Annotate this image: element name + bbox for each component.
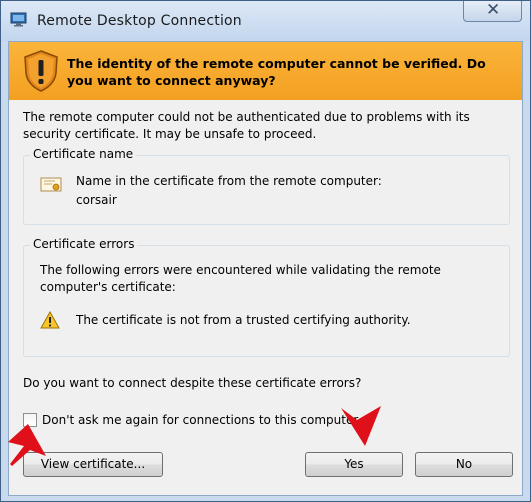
warning-icon — [40, 311, 60, 329]
certificate-errors-label: Certificate errors — [30, 237, 138, 251]
certificate-name-text: Name in the certificate from the remote … — [76, 172, 382, 210]
dont-ask-again-label[interactable]: Don't ask me again for connections to th… — [42, 413, 358, 427]
certificate-errors-intro: The following errors were encountered wh… — [40, 263, 441, 294]
no-button[interactable]: No — [415, 452, 513, 477]
connect-question: Do you want to connect despite these cer… — [23, 376, 362, 390]
yes-button[interactable]: Yes — [305, 452, 403, 477]
certificate-name-label: Certificate name — [30, 147, 137, 161]
title-bar[interactable]: Remote Desktop Connection ✕ — [1, 0, 530, 41]
certificate-name-group: Certificate name Name in the certificate… — [23, 147, 510, 225]
close-icon: ✕ — [486, 0, 501, 20]
dialog-window: Remote Desktop Connection ✕ The identity… — [0, 0, 531, 502]
banner-message: The identity of the remote computer cann… — [67, 56, 486, 88]
certificate-error-item: The certificate is not from a trusted ce… — [76, 313, 411, 327]
certificate-icon — [40, 177, 62, 192]
warning-shield-icon — [24, 50, 58, 92]
warning-banner: The identity of the remote computer cann… — [9, 42, 522, 100]
remote-desktop-icon — [10, 12, 27, 27]
window-title: Remote Desktop Connection — [37, 13, 242, 29]
certificate-name-line1: Name in the certificate from the remote … — [76, 174, 382, 188]
intro-text: The remote computer could not be authent… — [23, 110, 470, 141]
annotation-arrow-left — [8, 424, 46, 466]
certificate-errors-group: Certificate errors The following errors … — [23, 237, 510, 357]
dialog-client-area: The identity of the remote computer cann… — [8, 41, 523, 496]
dialog-body: The remote computer could not be authent… — [9, 100, 522, 495]
annotation-arrow-right — [341, 406, 381, 446]
close-button[interactable]: ✕ — [463, 0, 522, 22]
certificate-name-value: corsair — [76, 193, 117, 207]
